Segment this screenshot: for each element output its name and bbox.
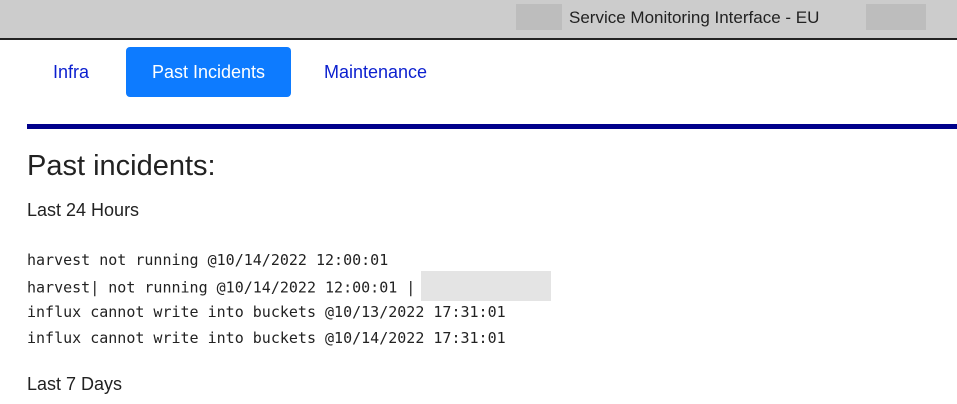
app-title: Service Monitoring Interface - EU xyxy=(569,8,820,27)
incident-list: harvest not running @10/14/2022 12:00:01… xyxy=(27,247,552,351)
incident-item: harvest| not running @10/14/2022 12:00:0… xyxy=(27,271,552,301)
tab-past-incidents[interactable]: Past Incidents xyxy=(126,47,291,97)
window-title-bar: Service Monitoring Interface - EU xyxy=(0,0,957,40)
incident-text: harvest| not running @10/14/2022 12:00:0… xyxy=(27,278,416,297)
redacted-region xyxy=(516,4,562,30)
nav-tabs: Infra Past Incidents Maintenance xyxy=(0,40,957,104)
incident-item: influx cannot write into buckets @10/14/… xyxy=(27,329,506,347)
section-divider xyxy=(27,124,957,129)
tab-infra[interactable]: Infra xyxy=(53,47,89,97)
section-heading-last-24-hours: Last 24 Hours xyxy=(27,200,140,220)
incident-item: harvest not running @10/14/2022 12:00:01 xyxy=(27,251,389,269)
incident-item: influx cannot write into buckets @10/13/… xyxy=(27,303,506,321)
redacted-region xyxy=(421,271,552,301)
page-title: Past incidents: xyxy=(27,150,216,182)
redacted-region xyxy=(866,4,926,30)
tab-maintenance[interactable]: Maintenance xyxy=(324,47,427,97)
section-heading-last-7-days: Last 7 Days xyxy=(27,374,123,394)
